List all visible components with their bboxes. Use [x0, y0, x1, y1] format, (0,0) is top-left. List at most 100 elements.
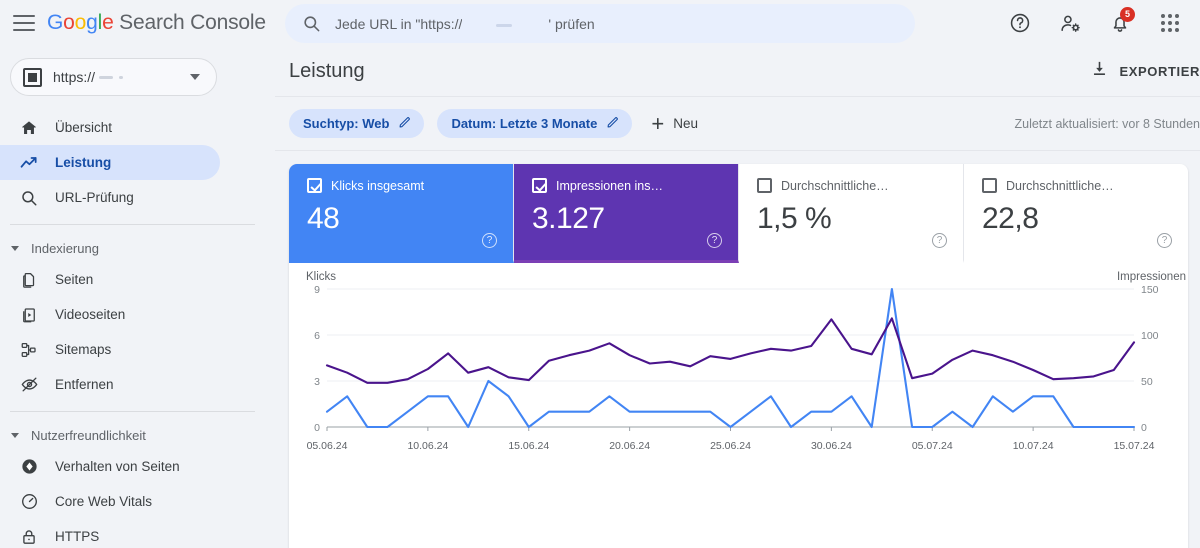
sidebar-divider — [10, 411, 255, 412]
account-settings-icon[interactable] — [1050, 3, 1090, 43]
sidebar-item-url-pruefung[interactable]: URL-Prüfung — [0, 180, 220, 215]
metric-card-klicks[interactable]: Klicks insgesamt 48 ? — [289, 164, 514, 263]
chart-x-tick: 15.07.24 — [1114, 440, 1155, 452]
metric-checkbox[interactable] — [532, 178, 547, 193]
filter-chip-label: Suchtyp: Web — [303, 116, 390, 131]
last-updated-text: Zuletzt aktualisiert: vor 8 Stunden — [1014, 116, 1200, 131]
help-icon[interactable]: ? — [1157, 233, 1172, 248]
video-pages-icon — [17, 306, 41, 324]
metric-checkbox[interactable] — [982, 178, 997, 193]
chart-y-tick-left: 9 — [314, 284, 320, 296]
search-placeholder-prefix: Jede URL in "https:// — [335, 15, 463, 32]
chart-x-tick: 05.07.24 — [912, 440, 953, 452]
help-icon[interactable]: ? — [932, 233, 947, 248]
metric-value: 22,8 — [982, 202, 1039, 235]
property-selector[interactable]: https:// — [10, 58, 217, 96]
performance-chart: Klicks Impressionen 0 0 3 50 6 100 9 150 05.06.2… — [289, 263, 1188, 491]
edit-pencil-icon[interactable] — [606, 115, 620, 132]
brand-letter-g2: g — [86, 11, 98, 34]
performance-panel: Klicks insgesamt 48 ? Impressionen ins… … — [289, 164, 1188, 548]
brand-letter-g: G — [47, 11, 64, 34]
chevron-down-icon — [11, 245, 19, 251]
chart-x-tick: 15.06.24 — [508, 440, 549, 452]
sidebar-group-nutzerfreundlichkeit[interactable]: Nutzerfreundlichkeit — [0, 421, 275, 449]
sidebar-item-core-web-vitals[interactable]: Core Web Vitals — [0, 484, 220, 519]
sidebar-item-label: Verhalten von Seiten — [55, 459, 180, 474]
chart-x-tick: 10.06.24 — [407, 440, 448, 452]
page-title: Leistung — [289, 59, 365, 82]
home-icon — [17, 119, 41, 137]
metric-label: Impressionen ins… — [556, 178, 663, 193]
sidebar-group-label: Nutzerfreundlichkeit — [31, 427, 146, 443]
export-label: EXPORTIER — [1119, 63, 1200, 79]
metric-card-ctr[interactable]: Durchschnittliche… 1,5 % ? — [739, 164, 964, 263]
sidebar-item-label: Übersicht — [55, 120, 113, 135]
sidebar-item-label: Videoseiten — [55, 307, 126, 322]
filter-chip-datum[interactable]: Datum: Letzte 3 Monate — [437, 109, 633, 138]
help-icon[interactable]: ? — [707, 233, 722, 248]
search-placeholder: Jede URL in "https:// ' prüfen — [335, 16, 595, 32]
sidebar-nav-primary: Übersicht Leistung URL-Prüfung Indexieru… — [0, 110, 275, 548]
eye-off-icon — [17, 375, 41, 394]
export-button[interactable]: EXPORTIER — [1090, 59, 1200, 83]
notifications-bell-icon[interactable]: 5 — [1100, 3, 1140, 43]
brand-letter-o1: o — [63, 11, 75, 34]
sidebar-item-videoseiten[interactable]: Videoseiten — [0, 297, 220, 332]
metric-label: Klicks insgesamt — [331, 178, 425, 193]
sidebar-item-leistung[interactable]: Leistung — [0, 145, 220, 180]
sidebar: https:// Übersicht Leistung URL-Prüfung … — [0, 46, 275, 548]
trending-up-icon — [17, 153, 41, 173]
metric-header: Durchschnittliche… — [982, 178, 1188, 193]
chart-y-tick-left: 0 — [314, 422, 320, 434]
chart-x-tick: 20.06.24 — [609, 440, 650, 452]
sidebar-item-uebersicht[interactable]: Übersicht — [0, 110, 220, 145]
metric-header: Durchschnittliche… — [757, 178, 963, 193]
sidebar-item-https[interactable]: HTTPS — [0, 519, 220, 548]
metric-card-impressionen[interactable]: Impressionen ins… 3.127 ? — [514, 164, 739, 263]
new-filter-button[interactable]: + Neu — [651, 112, 698, 135]
property-icon — [23, 67, 42, 87]
page-header: Leistung EXPORTIER — [275, 46, 1200, 97]
sidebar-item-label: Sitemaps — [55, 342, 112, 357]
brand-title: Google Search Console — [47, 11, 266, 35]
metric-header: Impressionen ins… — [532, 178, 738, 193]
lock-icon — [17, 528, 41, 546]
chart-x-tick: 25.06.24 — [710, 440, 751, 452]
top-app-bar: Google Search Console Jede URL in "https… — [0, 0, 1200, 46]
pages-icon — [17, 271, 41, 289]
sidebar-item-entfernen[interactable]: Entfernen — [0, 367, 220, 402]
sidebar-group-indexierung[interactable]: Indexierung — [0, 234, 275, 262]
chart-y-tick-right: 0 — [1141, 422, 1147, 434]
chevron-down-icon[interactable] — [190, 74, 200, 80]
metric-card-position[interactable]: Durchschnittliche… 22,8 ? — [964, 164, 1188, 263]
url-inspection-search-bar[interactable]: Jede URL in "https:// ' prüfen — [285, 4, 915, 43]
chart-x-tick: 30.06.24 — [811, 440, 852, 452]
chart-y-tick-right: 50 — [1141, 376, 1153, 388]
hamburger-menu-icon[interactable] — [13, 15, 35, 31]
filter-chip-label: Datum: Letzte 3 Monate — [451, 116, 598, 131]
metric-checkbox[interactable] — [307, 178, 322, 193]
notification-badge: 5 — [1120, 7, 1135, 22]
sidebar-item-sitemaps[interactable]: Sitemaps — [0, 332, 220, 367]
filter-bar: Suchtyp: Web Datum: Letzte 3 Monate + Ne… — [275, 97, 1200, 151]
help-icon[interactable] — [1000, 3, 1040, 43]
metric-checkbox[interactable] — [757, 178, 772, 193]
page-experience-icon — [17, 457, 41, 476]
filter-chip-suchtyp[interactable]: Suchtyp: Web — [289, 109, 425, 138]
sidebar-item-verhalten-von-seiten[interactable]: Verhalten von Seiten — [0, 449, 220, 484]
brand-letter-o2: o — [74, 11, 87, 34]
top-bar-actions: 5 — [1000, 0, 1190, 46]
google-apps-grid-icon[interactable] — [1150, 3, 1190, 43]
sidebar-item-seiten[interactable]: Seiten — [0, 262, 220, 297]
metric-value: 48 — [307, 202, 340, 235]
help-icon[interactable]: ? — [482, 233, 497, 248]
chart-x-tick: 10.07.24 — [1013, 440, 1054, 452]
property-label: https:// — [53, 69, 135, 85]
new-filter-label: Neu — [673, 116, 698, 131]
chevron-down-icon — [11, 432, 19, 438]
chart-canvas: 0 0 3 50 6 100 9 150 05.06.24 10.06.24 15.06.24 20.… — [307, 284, 1159, 452]
metric-label: Durchschnittliche… — [781, 178, 889, 193]
sidebar-item-label: Entfernen — [55, 377, 114, 392]
edit-pencil-icon[interactable] — [398, 115, 412, 132]
metric-value: 1,5 % — [757, 202, 832, 235]
